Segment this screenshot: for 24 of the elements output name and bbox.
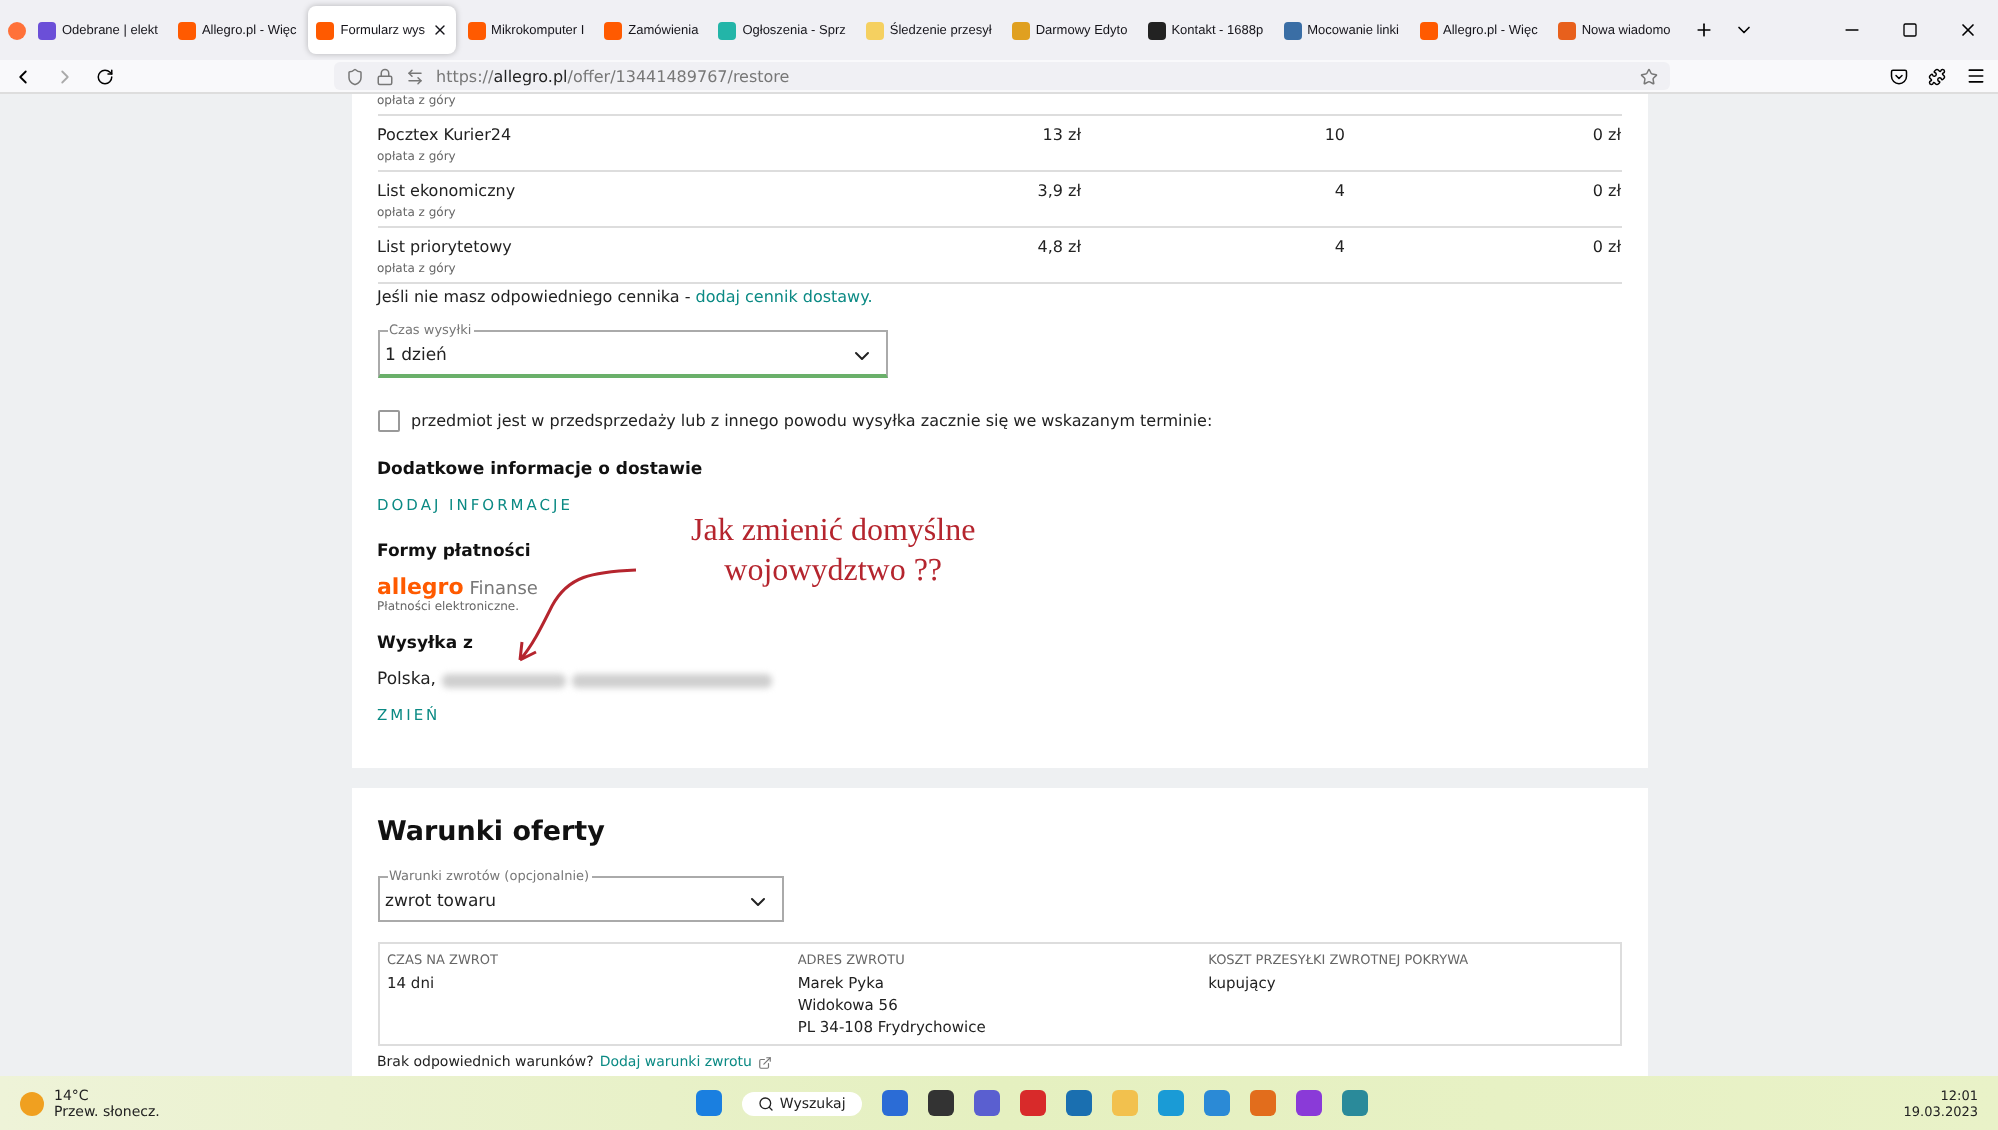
checkbox-label: przedmiot jest w przedsprzedaży lub z innego powodu wysyłka zacznie się we wskazanym terminie: xyxy=(411,412,1213,430)
hint-text: Jeśli nie masz odpowiedniego cennika - dodaj cennik dostawy. xyxy=(377,288,875,306)
shipping-method: List priorytetowy xyxy=(377,238,514,256)
shipping-cost: 0 zł xyxy=(1592,126,1621,144)
shipping-cost: 0 zł xyxy=(1592,182,1621,200)
shipping-method: List ekonomiczny xyxy=(377,182,518,200)
package-quantity: 4 xyxy=(1334,238,1345,256)
section-title: Warunki oferty xyxy=(377,816,607,848)
shipping-cost: 0 zł xyxy=(1592,238,1621,256)
shipping-price: 4,8 zł xyxy=(1037,238,1081,256)
section-heading: Wysyłka z xyxy=(377,634,475,654)
address-bar[interactable]: https://allegro.pl/offer/13441489767/restore xyxy=(334,62,1670,90)
section-heading: Formy płatności xyxy=(377,542,533,562)
ship-from-address: Polska, xyxy=(377,670,436,690)
payment-logo: allegro Finanse xyxy=(377,574,540,600)
section-heading: Dodatkowe informacje o dostawie xyxy=(377,460,705,480)
shipping-price: 3,9 zł xyxy=(1037,182,1081,200)
add-pricelist-link[interactable]: dodaj cennik dostawy. xyxy=(695,288,873,306)
package-quantity: 10 xyxy=(1324,126,1345,144)
url-text: https://allegro.pl/offer/13441489767/restore xyxy=(436,67,790,85)
package-quantity: 4 xyxy=(1334,182,1345,200)
shipping-method: Pocztex Kurier24 xyxy=(377,126,514,144)
shipping-price: 13 zł xyxy=(1042,126,1081,144)
annotation-text: Jak zmienić domyślne wojowydztwo ?? xyxy=(691,512,976,592)
